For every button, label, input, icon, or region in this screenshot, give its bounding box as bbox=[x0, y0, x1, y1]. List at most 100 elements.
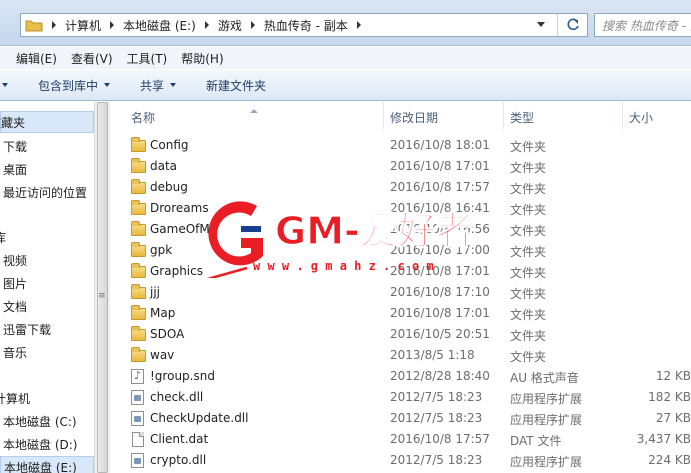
table-row[interactable]: Client.dat 2016/10/8 17:57 DAT 文件 3,437 KB bbox=[111, 429, 691, 450]
table-row[interactable]: gpk 2016/10/8 17:00 文件夹 bbox=[111, 240, 691, 261]
address-bar[interactable]: 计算机 本地磁盘 (E:) 游戏 热血传奇 - 副本 bbox=[20, 13, 588, 37]
column-divider[interactable] bbox=[383, 102, 384, 129]
file-type: 文件夹 bbox=[510, 245, 547, 259]
breadcrumb-drive-e[interactable]: 本地磁盘 (E:) bbox=[123, 14, 196, 36]
column-divider[interactable] bbox=[503, 102, 504, 129]
file-date: 2016/10/8 16:41 bbox=[390, 201, 490, 215]
table-row[interactable]: data 2016/10/8 17:01 文件夹 bbox=[111, 156, 691, 177]
table-row[interactable]: Graphics 2016/10/8 17:01 文件夹 bbox=[111, 261, 691, 282]
table-row[interactable]: jjj 2016/10/8 17:10 文件夹 bbox=[111, 282, 691, 303]
new-folder-label: 新建文件夹 bbox=[206, 78, 267, 93]
nav-computer[interactable]: 计算机 bbox=[0, 387, 94, 409]
file-date: 2012/7/5 18:23 bbox=[390, 390, 483, 404]
file-name: Config bbox=[150, 138, 189, 152]
scrollbar-thumb[interactable] bbox=[97, 102, 108, 473]
file-type: 应用程序扩展 bbox=[510, 392, 583, 406]
column-header-name[interactable]: 名称 bbox=[131, 109, 155, 126]
nav-favorites[interactable]: 收藏夹 bbox=[0, 111, 94, 133]
file-name: data bbox=[150, 159, 178, 173]
file-name: !group.snd bbox=[150, 369, 215, 383]
file-name: CheckUpdate.dll bbox=[150, 411, 249, 425]
nav-drive-d-label: 本地磁盘 (D:) bbox=[3, 437, 78, 452]
file-type: 文件夹 bbox=[510, 287, 547, 301]
folder-icon bbox=[131, 242, 146, 258]
table-row[interactable]: Map 2016/10/8 17:01 文件夹 bbox=[111, 303, 691, 324]
breadcrumb-current-folder[interactable]: 热血传奇 - 副本 bbox=[264, 14, 348, 36]
file-size: 182 KB bbox=[648, 390, 691, 404]
share-button[interactable]: 共享 bbox=[140, 77, 177, 94]
sort-ascending-icon bbox=[250, 109, 258, 113]
menu-view[interactable]: 查看(V) bbox=[71, 50, 113, 67]
file-icon bbox=[131, 432, 146, 447]
chevron-right-icon[interactable] bbox=[110, 21, 115, 29]
table-row[interactable]: check.dll 2012/7/5 18:23 应用程序扩展 182 KB bbox=[111, 387, 691, 408]
file-type: 应用程序扩展 bbox=[510, 455, 583, 469]
menu-help[interactable]: 帮助(H) bbox=[181, 50, 223, 67]
refresh-icon[interactable] bbox=[557, 14, 587, 36]
column-header-row: 名称 修改日期 类型 大小 bbox=[111, 102, 691, 129]
folder-icon bbox=[131, 221, 146, 237]
nav-recent-places[interactable]: 最近访问的位置 bbox=[0, 181, 94, 203]
menu-edit[interactable]: 编辑(E) bbox=[16, 50, 57, 67]
table-row[interactable]: debug 2016/10/8 17:57 文件夹 bbox=[111, 177, 691, 198]
file-name: jjj bbox=[150, 285, 161, 299]
include-in-library-label: 包含到库中 bbox=[38, 78, 99, 93]
menu-tools[interactable]: 工具(T) bbox=[127, 50, 168, 67]
dll-file-icon bbox=[131, 453, 146, 468]
nav-music[interactable]: 音乐 bbox=[0, 341, 94, 363]
table-row[interactable]: CheckUpdate.dll 2012/7/5 18:23 应用程序扩展 27 KB bbox=[111, 408, 691, 429]
nav-libraries[interactable]: 库 bbox=[0, 226, 94, 248]
nav-videos[interactable]: 视频 bbox=[0, 249, 94, 271]
chevron-right-icon[interactable] bbox=[356, 21, 361, 29]
nav-drive-c-label: 本地磁盘 (C:) bbox=[3, 414, 77, 429]
table-row[interactable]: GameOfMir 2016/10/8 16:56 文件夹 bbox=[111, 219, 691, 240]
file-name: Client.dat bbox=[150, 432, 209, 446]
nav-desktop-label: 桌面 bbox=[3, 162, 28, 177]
navigation-scrollbar[interactable]: ≡ bbox=[94, 102, 110, 473]
file-name: Graphics bbox=[150, 264, 203, 278]
table-row[interactable]: wav 2013/8/5 1:18 文件夹 bbox=[111, 345, 691, 366]
file-type: 文件夹 bbox=[510, 161, 547, 175]
file-size: 27 KB bbox=[655, 411, 691, 425]
nav-documents[interactable]: 文档 bbox=[0, 295, 94, 317]
command-bar: 包含到库中 共享 新建文件夹 bbox=[0, 69, 691, 101]
navigation-pane: 收藏夹 下载 桌面 最近访问的位置 库 视频 图片 文档 迅雷下载 音乐 计算机… bbox=[0, 102, 94, 473]
dll-file-icon bbox=[131, 390, 146, 405]
file-size: 3,437 KB bbox=[636, 432, 691, 446]
table-row[interactable]: crypto.dll 2012/7/5 18:23 应用程序扩展 224 KB bbox=[111, 450, 691, 471]
nav-desktop[interactable]: 桌面 bbox=[0, 158, 94, 180]
table-row[interactable]: !group.snd 2012/8/28 18:40 AU 格式声音 12 KB bbox=[111, 366, 691, 387]
address-dropdown-icon[interactable] bbox=[537, 22, 545, 27]
file-date: 2012/7/5 18:23 bbox=[390, 411, 483, 425]
nav-videos-label: 视频 bbox=[3, 253, 28, 268]
nav-thunder-downloads[interactable]: 迅雷下载 bbox=[0, 318, 94, 340]
chevron-down-icon bbox=[104, 83, 111, 87]
table-row[interactable]: SDOA 2016/10/5 20:51 文件夹 bbox=[111, 324, 691, 345]
table-row[interactable]: Config 2016/10/8 18:01 文件夹 bbox=[111, 135, 691, 156]
nav-downloads[interactable]: 下载 bbox=[0, 135, 94, 157]
column-header-size[interactable]: 大小 bbox=[629, 109, 653, 126]
chevron-right-icon[interactable] bbox=[52, 21, 56, 29]
file-name: crypto.dll bbox=[150, 453, 207, 467]
folder-icon bbox=[131, 158, 146, 174]
nav-libraries-label: 库 bbox=[0, 230, 7, 245]
chevron-right-icon[interactable] bbox=[250, 21, 255, 29]
nav-drive-c[interactable]: 本地磁盘 (C:) bbox=[0, 410, 94, 432]
file-date: 2016/10/8 17:01 bbox=[390, 159, 490, 173]
breadcrumb-computer[interactable]: 计算机 bbox=[65, 14, 101, 36]
file-type: DAT 文件 bbox=[510, 434, 562, 448]
chevron-down-icon[interactable] bbox=[2, 83, 8, 87]
new-folder-button[interactable]: 新建文件夹 bbox=[206, 77, 266, 94]
chevron-right-icon[interactable] bbox=[204, 21, 209, 29]
search-input[interactable]: 搜索 热血传奇 - 副本 bbox=[594, 13, 691, 37]
column-header-date[interactable]: 修改日期 bbox=[390, 109, 438, 126]
file-name: debug bbox=[150, 180, 188, 194]
include-in-library-button[interactable]: 包含到库中 bbox=[38, 77, 111, 94]
nav-pictures[interactable]: 图片 bbox=[0, 272, 94, 294]
nav-drive-d[interactable]: 本地磁盘 (D:) bbox=[0, 433, 94, 455]
column-divider[interactable] bbox=[622, 102, 623, 129]
column-header-type[interactable]: 类型 bbox=[510, 109, 534, 126]
table-row[interactable]: Droreams 2016/10/8 16:41 文件夹 bbox=[111, 198, 691, 219]
nav-drive-e[interactable]: 本地磁盘 (E:) bbox=[0, 456, 94, 473]
breadcrumb-games[interactable]: 游戏 bbox=[218, 14, 242, 36]
